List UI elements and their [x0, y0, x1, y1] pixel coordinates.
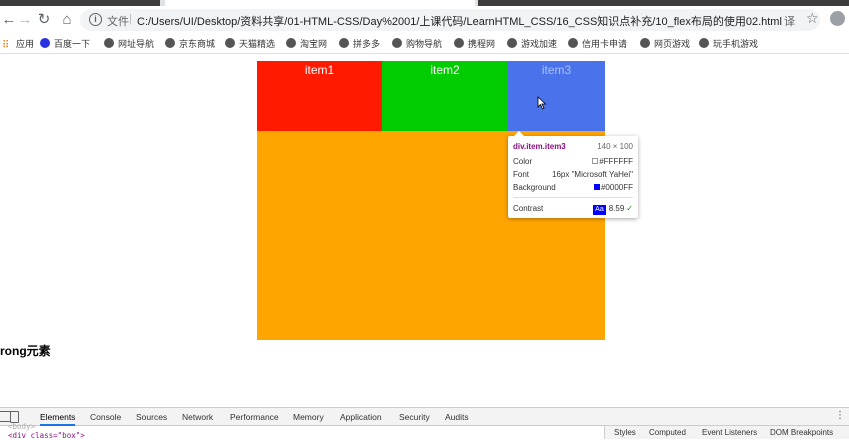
tooltip-font-value: 16px "Microsoft YaHei" [552, 170, 633, 179]
bookmark-apps[interactable]: ⠿ 应用 [2, 37, 34, 51]
bookmark-label: 信用卡申请 [582, 39, 628, 49]
mouse-cursor-icon [537, 96, 547, 110]
devtools-panel: <body> <div class="box"> Styles Computed… [0, 422, 849, 440]
more-menu-icon[interactable]: ⋮ [835, 410, 845, 421]
globe-icon [339, 38, 349, 48]
address-prefix: 文件 [107, 16, 129, 28]
tooltip-font-label: Font [513, 170, 530, 179]
bookmark-label: 应用 [16, 39, 35, 49]
tooltip-contrast-value: 8.59 [608, 204, 625, 213]
bookmark-item[interactable]: 携程网 [454, 37, 495, 51]
devtools-tab-sources[interactable]: Sources [136, 408, 167, 426]
apps-icon: ⠿ [2, 40, 10, 51]
flex-item-1: item1 [257, 61, 382, 131]
home-icon[interactable]: ⌂ [58, 11, 76, 29]
check-icon: ✓ [626, 204, 633, 213]
tooltip-dimensions: 140 × 100 [597, 142, 633, 151]
address-separator: | [129, 13, 132, 25]
styles-pane-tabbar: Styles Computed Event Listeners DOM Brea… [604, 426, 849, 439]
devtools-tab-security[interactable]: Security [399, 408, 430, 426]
styles-tab-styles[interactable]: Styles [614, 428, 636, 437]
styles-tab-computed[interactable]: Computed [649, 428, 686, 437]
background-swatch-icon [593, 184, 600, 190]
globe-icon [165, 38, 175, 48]
bookmark-label: 购物导航 [406, 39, 443, 49]
bookmark-item[interactable]: 游戏加速 [507, 37, 557, 51]
globe-icon [104, 38, 114, 48]
browser-toolbar: ← → ↻ ⌂ i 文件 | C:/Users/UI/Desktop/资料共享/… [0, 6, 849, 34]
bookmark-label: 京东商城 [179, 39, 216, 49]
baidu-icon [40, 38, 50, 48]
bookmark-label: 拼多多 [353, 39, 381, 49]
forward-icon[interactable]: → [16, 11, 34, 29]
globe-icon [640, 38, 650, 48]
devtools-tab-network[interactable]: Network [182, 408, 213, 426]
dom-node[interactable]: <body> [8, 422, 35, 431]
bookmark-item[interactable]: 天猫精选 [225, 37, 275, 51]
styles-tab-event-listeners[interactable]: Event Listeners [702, 428, 757, 437]
globe-icon [568, 38, 578, 48]
star-icon[interactable]: ☆ [806, 10, 819, 27]
strong-element-text: rong元素 [0, 344, 51, 358]
tooltip-background-label: Background [513, 183, 556, 192]
devtools-tab-audits[interactable]: Audits [445, 408, 469, 426]
bookmark-item[interactable]: 京东商城 [165, 37, 215, 51]
translate-icon[interactable]: 译 [784, 13, 795, 29]
reload-icon[interactable]: ↻ [35, 11, 53, 29]
tooltip-divider [513, 197, 633, 198]
flex-item-3: item3 [508, 61, 605, 131]
account-icon[interactable] [830, 11, 845, 26]
tooltip-color-label: Color [513, 157, 533, 166]
bookmark-item[interactable]: 拼多多 [339, 37, 380, 51]
contrast-badge: Aa [593, 205, 606, 215]
url-text[interactable]: C:/Users/UI/Desktop/资料共享/01-HTML-CSS/Day… [137, 13, 782, 29]
tooltip-color-value: #FFFFFF [599, 157, 633, 166]
inspector-tooltip: div.item.item3 140 × 100 Color #FFFFFF F… [508, 131, 638, 218]
tooltip-background-value: #0000FF [600, 183, 633, 192]
bookmark-label: 天猫精选 [239, 39, 276, 49]
devtools-tab-application[interactable]: Application [340, 408, 382, 426]
globe-icon [507, 38, 517, 48]
bookmark-item[interactable]: 网址导航 [104, 37, 154, 51]
bookmark-label: 网址导航 [118, 39, 155, 49]
bookmark-label: 网页游戏 [654, 39, 691, 49]
bookmark-label: 玩手机游戏 [713, 39, 759, 49]
devtools-tab-elements[interactable]: Elements [40, 408, 76, 426]
tooltip-contrast-label: Contrast [513, 204, 544, 213]
bookmark-label: 百度一下 [54, 39, 91, 49]
color-swatch-icon [592, 158, 599, 164]
bookmark-label: 淘宝网 [300, 39, 328, 49]
globe-icon [225, 38, 235, 48]
address-bar[interactable]: i 文件 | C:/Users/UI/Desktop/资料共享/01-HTML-… [80, 9, 820, 31]
bookmark-item[interactable]: 网页游戏 [640, 37, 690, 51]
bookmark-item[interactable]: 百度一下 [40, 37, 90, 51]
bookmarks-bar: ⠿ 应用 百度一下 网址导航 京东商城 天猫精选 淘宝网 拼多多 购物导航 携程网… [0, 34, 849, 54]
info-icon[interactable]: i [89, 13, 102, 26]
devtools-tab-console[interactable]: Console [90, 408, 121, 426]
globe-icon [454, 38, 464, 48]
devtools-tab-performance[interactable]: Performance [230, 408, 279, 426]
bookmark-item[interactable]: 购物导航 [392, 37, 442, 51]
styles-tab-dom-breakpoints[interactable]: DOM Breakpoints [770, 428, 833, 437]
bookmark-item[interactable]: 信用卡申请 [568, 37, 627, 51]
globe-icon [699, 38, 709, 48]
bookmark-item[interactable]: 淘宝网 [286, 37, 327, 51]
flex-item-2: item2 [382, 61, 508, 131]
devtools-tabbar: Elements Console Sources Network Perform… [0, 407, 849, 426]
tooltip-selector: div.item.item3 [513, 142, 566, 151]
bookmark-label: 游戏加速 [521, 39, 558, 49]
globe-icon [286, 38, 296, 48]
bookmark-label: 携程网 [468, 39, 496, 49]
devtools-tab-memory[interactable]: Memory [293, 408, 324, 426]
globe-icon [392, 38, 402, 48]
bookmark-item[interactable]: 玩手机游戏 [699, 37, 758, 51]
